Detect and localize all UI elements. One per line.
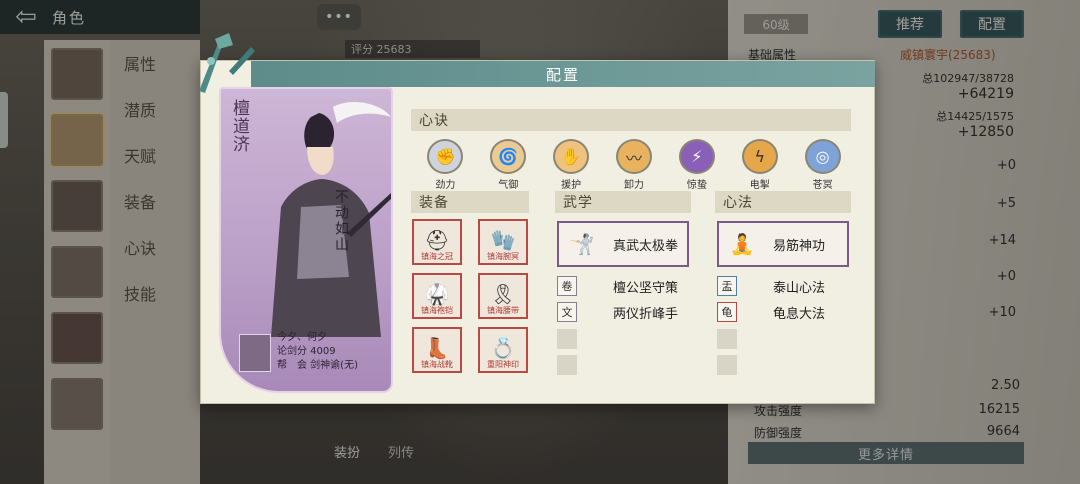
xinfa-sub-name: 龟息大法 — [773, 306, 826, 322]
hero-title: 不动如山 — [333, 189, 349, 253]
equip-slot-gauntlet[interactable]: 🧤 镇海腕冥 — [478, 219, 528, 265]
meditation-icon: 🧘 — [729, 232, 755, 256]
xinfa-main-skill[interactable]: 🧘 易筋神功 — [717, 221, 849, 267]
wuxue-sub-skill[interactable]: 卷 檀公坚守策 — [557, 275, 692, 297]
xinjue-label: 劲力 — [435, 180, 456, 191]
xinjue-label: 援护 — [561, 180, 582, 191]
xinjue-item[interactable]: 〰 卸力 — [603, 139, 666, 191]
helmet-icon: ⛑ — [424, 228, 450, 252]
equip-slot-armor[interactable]: 🥋 镇海袍铠 — [412, 273, 462, 319]
xinfa-sub-skill[interactable]: 龟 龟息大法 — [717, 301, 852, 323]
wuxue-header: 武学 — [555, 191, 691, 213]
equip-name: 重阳神印 — [487, 360, 519, 369]
xinjue-item[interactable]: ◎ 苍冥 — [791, 139, 854, 191]
equip-header: 装备 — [411, 191, 529, 213]
equip-slot-belt[interactable]: 🎗 镇海腰带 — [478, 273, 528, 319]
armor-icon: 🥋 — [424, 282, 450, 306]
xinjue-row: ✊ 劲力 🌀 气御 ✋ 援护 〰 卸力 ⚡ 惊蛰 ϟ 电掣 ◎ 苍冥 — [414, 139, 854, 191]
wuxue-main-name: 真武太极拳 — [613, 238, 679, 254]
empty-skill-slot[interactable] — [557, 355, 577, 375]
hero-info: 今夕、何夕 论剑分 4009 帮 会 剑神谕(无) — [277, 331, 358, 373]
xinjue-item[interactable]: ✊ 劲力 — [414, 139, 477, 191]
player-names: 今夕、何夕 — [277, 332, 327, 343]
ring-icon: 💍 — [490, 336, 516, 360]
xinfa-header: 心法 — [715, 191, 851, 213]
xinjue-label: 电掣 — [749, 180, 770, 191]
empty-skill-slot[interactable] — [717, 329, 737, 349]
modal-header: 配置 — [251, 61, 875, 87]
config-modal: 配置 檀道济 不动如山 今夕、何夕 论剑分 4009 帮 会 剑神谕(无) 心诀… — [199, 33, 875, 404]
equip-slot-helmet[interactable]: ⛑ 镇海之冠 — [412, 219, 462, 265]
scroll-icon: 龟 — [717, 302, 737, 322]
equip-name: 镇海袍铠 — [421, 306, 453, 315]
equip-slot-ring[interactable]: 💍 重阳神印 — [478, 327, 528, 373]
xinjue-label: 苍冥 — [812, 180, 833, 191]
gauntlet-icon: 🧤 — [490, 228, 516, 252]
guild-info: 帮 会 剑神谕(无) — [277, 360, 358, 371]
lightning-icon: ⚡ — [678, 139, 715, 174]
wuxue-sub-name: 两仪折峰手 — [613, 306, 679, 322]
hero-card: 檀道济 不动如山 今夕、何夕 论剑分 4009 帮 会 剑神谕(无) — [219, 87, 393, 393]
fist-icon: ✊ — [427, 139, 464, 174]
boots-icon: 👢 — [424, 336, 450, 360]
arena-score: 论剑分 4009 — [277, 346, 336, 357]
equip-name: 镇海腰带 — [487, 306, 519, 315]
xinjue-label: 卸力 — [624, 180, 644, 191]
bolt-icon: ϟ — [741, 139, 778, 174]
xinjue-item[interactable]: ϟ 电掣 — [728, 139, 791, 191]
xinfa-sub-name: 泰山心法 — [773, 280, 826, 296]
equip-name: 镇海之冠 — [421, 252, 453, 261]
equip-slot-boots[interactable]: 👢 镇海战靴 — [412, 327, 462, 373]
empty-skill-slot[interactable] — [557, 329, 577, 349]
shield-hand-icon: ✋ — [553, 139, 590, 174]
scroll-icon: 卷 — [557, 276, 577, 296]
equip-name: 镇海战靴 — [421, 360, 453, 369]
scroll-icon: 盂 — [717, 276, 737, 296]
xinjue-label: 惊蛰 — [686, 180, 707, 191]
scroll-icon: 文 — [557, 302, 577, 322]
swirl-icon: 🌀 — [490, 139, 527, 174]
wave-icon: 〰 — [616, 139, 652, 174]
spiral-icon: ◎ — [804, 139, 841, 174]
xinjue-label: 气御 — [498, 180, 519, 191]
xinjue-item[interactable]: 🌀 气御 — [477, 139, 540, 191]
xinfa-sub-skill[interactable]: 盂 泰山心法 — [717, 275, 852, 297]
hero-portrait-icon — [271, 102, 391, 337]
modal-title: 配置 — [545, 65, 580, 84]
wuxue-sub-skill[interactable]: 文 两仪折峰手 — [557, 301, 692, 323]
player-avatar — [239, 334, 271, 372]
xinjue-header: 心诀 — [411, 109, 851, 131]
xinjue-item[interactable]: ⚡ 惊蛰 — [665, 139, 728, 191]
wuxue-main-skill[interactable]: 🤺 真武太极拳 — [557, 221, 689, 267]
xinjue-item[interactable]: ✋ 援护 — [540, 139, 603, 191]
equip-name: 镇海腕冥 — [487, 252, 519, 261]
wuxue-sub-name: 檀公坚守策 — [613, 280, 679, 296]
martial-art-icon: 🤺 — [569, 232, 595, 256]
empty-skill-slot[interactable] — [717, 355, 737, 375]
belt-icon: 🎗 — [490, 282, 516, 306]
hero-name: 檀道济 — [229, 99, 249, 153]
xinfa-main-name: 易筋神功 — [773, 238, 826, 254]
